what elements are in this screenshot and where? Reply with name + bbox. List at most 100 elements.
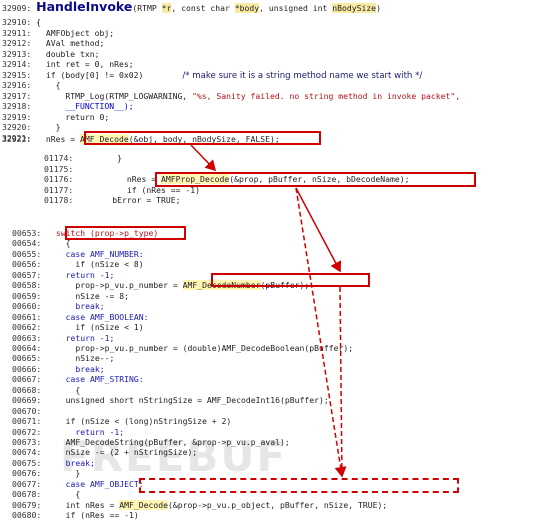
code-text: nSize--; bbox=[46, 353, 115, 364]
line-number: 00677: bbox=[12, 478, 42, 489]
code-line: 32919: return 0; bbox=[2, 112, 109, 123]
code-text: if (nSize < 1) bbox=[46, 322, 144, 333]
line-number: 32911: bbox=[2, 27, 32, 38]
code-line: 00678: { bbox=[12, 489, 80, 500]
line-number: 01177: bbox=[44, 184, 74, 195]
code-line: 00679: int nRes = AMF_Decode(&prop->p_vu… bbox=[12, 499, 388, 511]
line-number: 01174: bbox=[44, 153, 74, 163]
code-line: 00669: unsigned short nStringSize = AMF_… bbox=[12, 395, 329, 406]
code-text: { bbox=[36, 80, 61, 90]
highlight-box-amf-decode bbox=[84, 131, 321, 145]
highlight-box-object-decode bbox=[139, 478, 459, 493]
code-text: int ret = 0, nRes; bbox=[36, 59, 134, 69]
call-args: (&prop->p_vu.p_object, pBuffer, nSize, T… bbox=[167, 499, 388, 510]
line-number: 00679: bbox=[12, 499, 42, 510]
signature-part: (RTMP bbox=[132, 3, 162, 13]
line-number: 32917: bbox=[2, 90, 32, 101]
code-text: case AMF_NUMBER: bbox=[46, 248, 144, 259]
code-line: 00662: if (nSize < 1) bbox=[12, 322, 144, 333]
arrow-propdecode-to-object bbox=[295, 187, 347, 478]
line-number: 00663: bbox=[12, 332, 42, 343]
code-line: 32920: } bbox=[2, 122, 61, 133]
code-comment: /* make sure it is a string method name … bbox=[182, 70, 423, 81]
line-number: 32915: bbox=[2, 69, 32, 80]
code-text: { bbox=[46, 489, 81, 500]
code-line: 00654: { bbox=[12, 238, 71, 249]
code-line: 00664: prop->p_vu.p_number = (double)AMF… bbox=[12, 343, 353, 354]
code-line: 32912: AVal method; bbox=[2, 38, 104, 49]
code-text: unsigned short nStringSize = AMF_DecodeI… bbox=[46, 395, 329, 406]
code-text: return -1; bbox=[46, 269, 115, 280]
line-number: 32919: bbox=[2, 111, 32, 122]
highlight-box-decode-number bbox=[211, 273, 370, 287]
line-number: 00673: bbox=[12, 437, 42, 447]
line-number: 00654: bbox=[12, 238, 42, 249]
line-number: 01178: bbox=[44, 195, 74, 206]
code-text: case AMF_STRING: bbox=[46, 374, 144, 385]
code-text: } bbox=[78, 153, 122, 163]
code-text: nRes = bbox=[78, 174, 161, 185]
code-text: case AMF_OBJECT: bbox=[46, 478, 144, 489]
line-number: 00659: bbox=[12, 290, 42, 301]
code-text: if (nSize < 8) bbox=[46, 259, 144, 270]
code-text: nSize -= (2 + nStringSize); bbox=[46, 447, 198, 458]
code-text: if (nSize < (long)nStringSize + 2) bbox=[46, 416, 232, 427]
code-line: 00670: bbox=[12, 406, 46, 417]
line-number: 32910: bbox=[2, 17, 32, 27]
code-text: return 0; bbox=[36, 111, 110, 122]
code-line: 32913: double txn; bbox=[2, 49, 99, 60]
arrow-propdecode-to-number bbox=[295, 187, 342, 273]
code-text: return -1; bbox=[46, 426, 125, 437]
line-number: 32918: bbox=[2, 101, 32, 111]
code-line: 00674: nSize -= (2 + nStringSize); bbox=[12, 447, 197, 458]
line-number: 32912: bbox=[2, 38, 32, 48]
code-text: __FUNCTION__); bbox=[36, 101, 134, 111]
code-line: 00665: nSize--; bbox=[12, 353, 114, 364]
code-text: int nRes = bbox=[46, 499, 120, 510]
code-line: 00663: return -1; bbox=[12, 333, 114, 344]
signature-part: nBodySize bbox=[332, 3, 377, 13]
code-line: 00657: return -1; bbox=[12, 270, 114, 281]
code-line: 00677: case AMF_OBJECT: bbox=[12, 479, 144, 490]
line-number: 32914: bbox=[2, 59, 32, 69]
code-text: } bbox=[36, 122, 61, 132]
code-line: 00656: if (nSize < 8) bbox=[12, 259, 144, 270]
code-text: break; bbox=[46, 457, 95, 468]
line-number: 32913: bbox=[2, 48, 32, 59]
line-number: 00672: bbox=[12, 426, 42, 437]
code-line: 00661: case AMF_BOOLEAN: bbox=[12, 312, 148, 323]
code-line: 00671: if (nSize < (long)nStringSize + 2… bbox=[12, 416, 231, 427]
code-text: { bbox=[46, 384, 81, 395]
code-text: nSize -= 8; bbox=[46, 290, 129, 301]
code-text: bError = TRUE; bbox=[78, 195, 181, 206]
function-name: HandleInvoke bbox=[36, 0, 133, 14]
line-number: 00664: bbox=[12, 342, 42, 353]
code-text: nRes = bbox=[36, 134, 80, 144]
code-line: 32915: if (body[0] != 0x02) /* make sure… bbox=[2, 70, 422, 82]
signature-part: ) bbox=[376, 3, 381, 13]
line-number: 00667: bbox=[12, 374, 42, 385]
line-number: 00653: bbox=[12, 228, 42, 238]
code-text: AMFObject obj; bbox=[36, 27, 115, 38]
code-line: 01175: bbox=[44, 164, 78, 175]
line-number: 00670: bbox=[12, 405, 42, 416]
line-number: 32922: bbox=[2, 134, 32, 144]
line-number: 00669: bbox=[12, 395, 42, 406]
code-text: return -1; bbox=[46, 332, 115, 343]
code-line: 01174: } bbox=[44, 153, 122, 164]
line-number: 00662: bbox=[12, 322, 42, 333]
highlight-box-amfprop-decode bbox=[155, 172, 476, 187]
line-number: 01176: bbox=[44, 174, 74, 185]
code-line: 01178: bError = TRUE; bbox=[44, 195, 180, 206]
line-number: 32920: bbox=[2, 122, 32, 132]
line-number: 00671: bbox=[12, 416, 42, 427]
code-text: prop->p_vu.p_number = (double)AMF_Decode… bbox=[46, 342, 354, 353]
function-title-line: 32909: HandleInvoke(RTMP *r, const char … bbox=[2, 0, 381, 14]
code-line: 32918: __FUNCTION__); bbox=[2, 101, 134, 112]
arrow-decode-to-propdecode bbox=[190, 144, 217, 172]
code-line: 00666: break; bbox=[12, 364, 105, 375]
code-line: 00668: { bbox=[12, 385, 80, 396]
code-line: 32914: int ret = 0, nRes; bbox=[2, 59, 134, 70]
